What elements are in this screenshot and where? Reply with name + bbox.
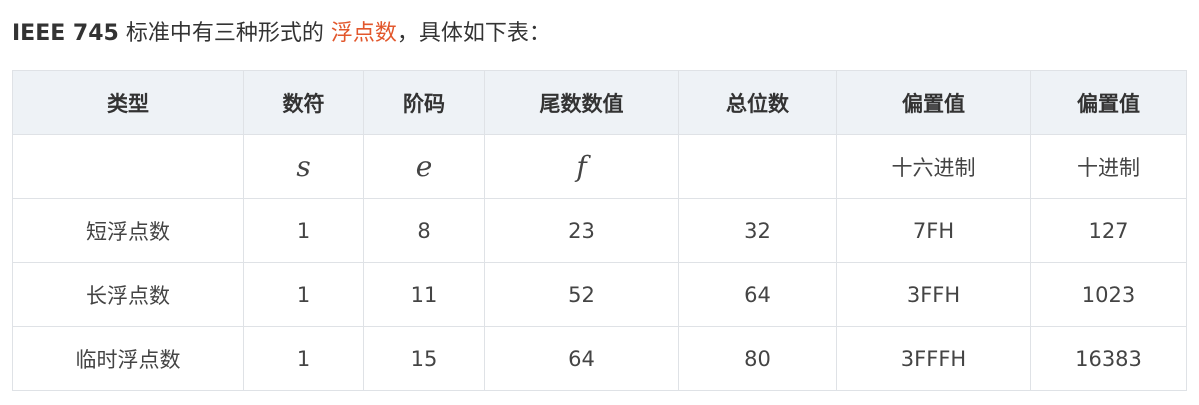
symbol-hex-label: 十六进制 [836, 134, 1031, 199]
cell-total-bits: 64 [678, 262, 837, 327]
cell-type: 临时浮点数 [12, 326, 244, 391]
cell-mantissa: 52 [484, 262, 679, 327]
cell-type: 短浮点数 [12, 198, 244, 263]
header-exponent: 阶码 [363, 70, 485, 135]
cell-bias-dec: 127 [1030, 198, 1187, 263]
header-mantissa: 尾数数值 [484, 70, 679, 135]
float-format-table: 类型 数符 阶码 尾数数值 总位数 偏置值 偏置值 s e f 十六进制 十进制… [12, 70, 1187, 391]
header-sign: 数符 [243, 70, 364, 135]
cell-exponent: 11 [363, 262, 485, 327]
symbol-row: s e f 十六进制 十进制 [12, 134, 1187, 199]
table-row: 临时浮点数 1 15 64 80 3FFFH 16383 [12, 326, 1187, 391]
header-total-bits: 总位数 [678, 70, 837, 135]
cell-sign: 1 [243, 198, 364, 263]
cell-total-bits: 32 [678, 198, 837, 263]
float-link[interactable]: 浮点数 [331, 21, 397, 46]
table-row: 长浮点数 1 11 52 64 3FFH 1023 [12, 262, 1187, 327]
cell-bias-dec: 16383 [1030, 326, 1187, 391]
intro-text-suffix: ，具体如下表： [396, 21, 551, 46]
symbol-dec-label: 十进制 [1030, 134, 1187, 199]
symbol-cell-empty [678, 134, 837, 199]
header-type: 类型 [12, 70, 244, 135]
intro-text: 标准中有三种形式的 [118, 21, 331, 46]
cell-exponent: 15 [363, 326, 485, 391]
symbol-e: e [363, 134, 485, 199]
cell-bias-hex: 7FH [836, 198, 1031, 263]
cell-bias-hex: 3FFH [836, 262, 1031, 327]
cell-sign: 1 [243, 262, 364, 327]
symbol-s: s [243, 134, 364, 199]
cell-bias-hex: 3FFFH [836, 326, 1031, 391]
cell-bias-dec: 1023 [1030, 262, 1187, 327]
header-bias-dec: 偏置值 [1030, 70, 1187, 135]
cell-type: 长浮点数 [12, 262, 244, 327]
table-header-row: 类型 数符 阶码 尾数数值 总位数 偏置值 偏置值 [12, 70, 1187, 135]
cell-exponent: 8 [363, 198, 485, 263]
cell-total-bits: 80 [678, 326, 837, 391]
symbol-cell-empty [12, 134, 244, 199]
intro-standard-name: IEEE 745 [12, 21, 119, 46]
cell-mantissa: 23 [484, 198, 679, 263]
cell-sign: 1 [243, 326, 364, 391]
symbol-f: f [484, 134, 679, 199]
table-row: 短浮点数 1 8 23 32 7FH 127 [12, 198, 1187, 263]
cell-mantissa: 64 [484, 326, 679, 391]
header-bias-hex: 偏置值 [836, 70, 1031, 135]
intro-paragraph: IEEE 745 标准中有三种形式的 浮点数，具体如下表： [12, 14, 551, 54]
